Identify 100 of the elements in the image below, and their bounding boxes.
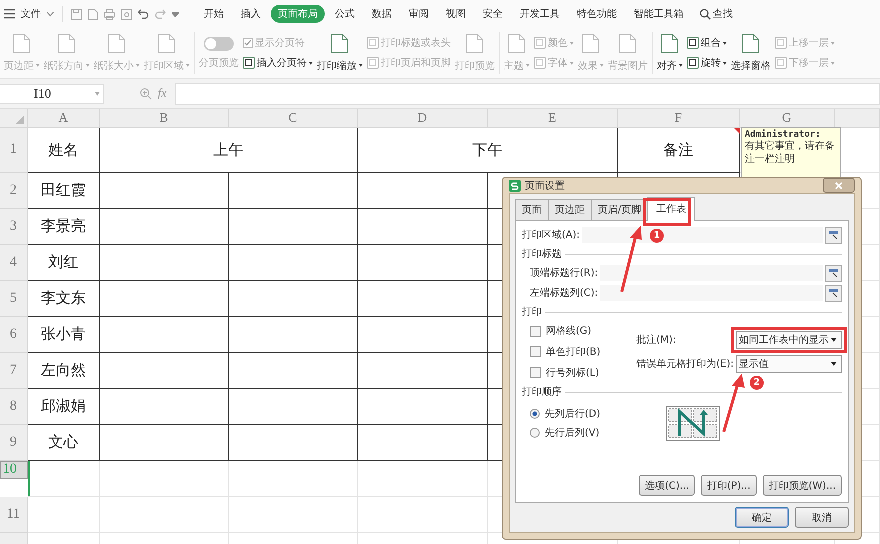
square-icon	[687, 37, 699, 49]
row-header[interactable]: 9	[0, 425, 28, 461]
field-label: 顶端标题行(R):	[530, 266, 598, 280]
dialog-button[interactable]: 选项(C)...	[639, 475, 696, 496]
input-field[interactable]	[600, 285, 823, 301]
square-icon	[534, 57, 546, 69]
document-icon	[661, 34, 679, 54]
printer-icon[interactable]	[104, 8, 115, 20]
column-header[interactable]: C	[229, 109, 358, 128]
radio-button[interactable]	[530, 408, 540, 418]
checkbox-label[interactable]: 行号列标(L)	[546, 366, 600, 380]
ribbon-tab[interactable]: 插入	[234, 5, 268, 23]
row-header[interactable]: 1	[0, 128, 28, 173]
ribbon-tab[interactable]: 审阅	[402, 5, 436, 23]
file-menu[interactable]: 文件	[21, 7, 41, 21]
zoom-icon[interactable]	[140, 88, 152, 100]
section-heading: 打印顺序	[522, 386, 562, 399]
column-header[interactable]: F	[618, 109, 740, 128]
column-header[interactable]: E	[488, 109, 618, 128]
close-icon	[835, 182, 843, 190]
column-header[interactable]: A	[28, 109, 100, 128]
input-field[interactable]	[600, 265, 823, 281]
checkbox[interactable]	[530, 346, 541, 358]
dialog-button[interactable]: 打印预览(W)...	[762, 475, 842, 496]
checkbox[interactable]	[530, 326, 541, 337]
range-picker-button[interactable]	[825, 226, 842, 244]
dialog-button[interactable]: 打印(P)...	[701, 475, 757, 496]
ribbon-tab[interactable]: 公式	[328, 5, 362, 23]
dropdown[interactable]: 如同工作表中的显示	[736, 331, 842, 349]
ribbon-button[interactable]: 组合	[687, 36, 727, 50]
dialog-tab[interactable]: 页边距	[548, 199, 592, 220]
ribbon-button[interactable]: 对齐	[655, 28, 685, 78]
ribbon-tab[interactable]: 安全	[476, 5, 510, 23]
range-picker-button[interactable]	[825, 284, 842, 302]
square-icon	[243, 57, 255, 69]
close-button[interactable]	[823, 178, 855, 193]
range-picker-icon	[828, 288, 838, 298]
ribbon-tab[interactable]: 智能工具箱	[627, 5, 691, 23]
field-label: 打印区域(A):	[522, 228, 580, 242]
dialog-tab[interactable]: 页面	[515, 199, 549, 220]
row-header[interactable]: 3	[0, 209, 28, 245]
ribbon-tab[interactable]: 页面布局	[271, 5, 325, 23]
row-header[interactable]: 8	[0, 389, 28, 425]
ribbon-tab[interactable]: 数据	[365, 5, 399, 23]
search-label[interactable]: 查找	[713, 7, 733, 21]
document-icon	[13, 34, 31, 54]
ribbon-button[interactable]: 旋转	[687, 56, 727, 70]
column-header[interactable]: B	[100, 109, 229, 128]
preview-icon[interactable]	[121, 8, 132, 20]
document-icon	[108, 34, 126, 54]
checkbox-label[interactable]: 网格线(G)	[546, 324, 592, 338]
row-header[interactable]: 6	[0, 317, 28, 353]
checkbox[interactable]	[530, 367, 541, 378]
document-icon[interactable]	[88, 8, 98, 20]
redo-icon[interactable]	[155, 9, 166, 19]
dropdown-icon[interactable]	[172, 11, 179, 17]
radio-button[interactable]	[530, 428, 540, 438]
row-header[interactable]: 7	[0, 353, 28, 389]
name-box[interactable]: I10	[0, 84, 104, 104]
row-header[interactable]: 4	[0, 245, 28, 281]
caret-icon	[831, 338, 837, 342]
dialog-button[interactable]: 确定	[735, 507, 789, 528]
select-all-corner[interactable]	[0, 109, 28, 128]
radio-label[interactable]: 先行后列(V)	[545, 426, 600, 440]
search-icon[interactable]	[700, 8, 711, 20]
document-icon	[331, 34, 349, 54]
dialog-button[interactable]: 取消	[795, 507, 849, 528]
column-header[interactable]: G	[740, 109, 835, 128]
document-icon	[158, 34, 176, 54]
range-picker-button[interactable]	[825, 264, 842, 282]
dialog-tab[interactable]: 页眉/页脚	[591, 199, 648, 220]
ribbon-tab[interactable]: 特色功能	[570, 5, 624, 23]
formula-input[interactable]	[174, 82, 880, 104]
menu-icon[interactable]	[4, 9, 15, 19]
dropdown[interactable]: 显示值	[736, 355, 842, 373]
row-header[interactable]: 5	[0, 281, 28, 317]
page-order-drawing	[666, 406, 720, 440]
ribbon-button[interactable]: 选择窗格	[729, 28, 773, 78]
table-cell: 李景亮	[28, 209, 100, 245]
ribbon-button[interactable]: 插入分页符	[243, 56, 313, 70]
input-field[interactable]	[582, 227, 823, 243]
ribbon-tab[interactable]: 视图	[439, 5, 473, 23]
range-picker-icon	[828, 230, 838, 240]
radio-label[interactable]: 先列后行(D)	[545, 406, 601, 420]
square-icon	[367, 57, 379, 69]
ribbon-button[interactable]: 打印缩放	[315, 28, 365, 78]
function-label[interactable]: fx	[158, 86, 167, 101]
ribbon-tab[interactable]: 开发工具	[513, 5, 567, 23]
comment-text: 有其它事宜，请在备注一栏注明	[745, 140, 836, 166]
row-header[interactable]: 2	[0, 173, 28, 209]
document-icon	[742, 34, 760, 54]
undo-icon[interactable]	[138, 9, 149, 19]
section-heading: 打印	[522, 306, 542, 319]
column-header[interactable]: D	[358, 109, 488, 128]
row-header[interactable]: 10	[0, 461, 28, 479]
table-cell: 田红霞	[28, 173, 100, 209]
ribbon-tab[interactable]: 开始	[197, 5, 231, 23]
row-header[interactable]: 11	[0, 497, 28, 533]
save-icon[interactable]	[71, 8, 82, 20]
checkbox-label[interactable]: 单色打印(B)	[546, 344, 601, 359]
